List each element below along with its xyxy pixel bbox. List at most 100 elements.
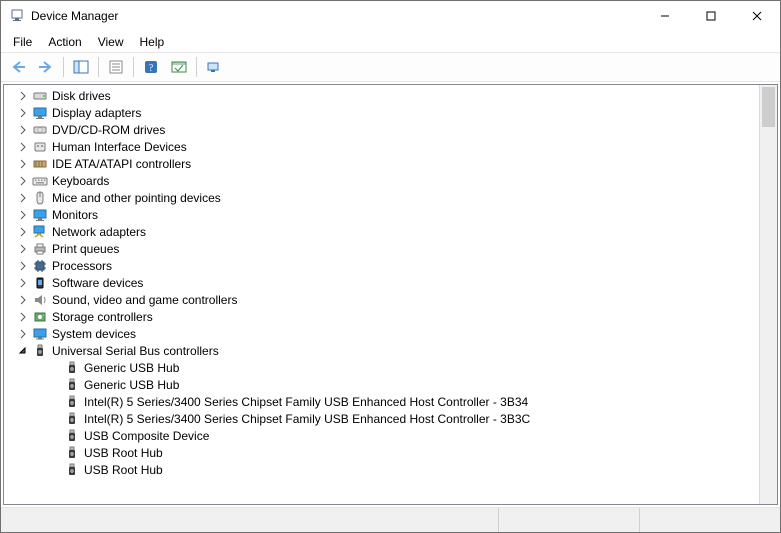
- tree-item-label: Network adapters: [52, 225, 146, 239]
- tree-item-ide-ata-atapi-controllers[interactable]: IDE ATA/ATAPI controllers: [6, 155, 759, 172]
- tree-item-keyboards[interactable]: Keyboards: [6, 172, 759, 189]
- show-hide-console-tree-button[interactable]: [68, 55, 94, 79]
- tree-item-sound-video-and-game-controllers[interactable]: Sound, video and game controllers: [6, 291, 759, 308]
- usb-icon: [64, 428, 80, 444]
- tree-item-label: Human Interface Devices: [52, 140, 187, 154]
- expand-icon[interactable]: [16, 157, 30, 171]
- toolbar: ?: [1, 53, 780, 82]
- status-panel-right: [640, 508, 780, 532]
- usb-icon: [64, 394, 80, 410]
- scan-hardware-button[interactable]: [166, 55, 192, 79]
- network-icon: [32, 224, 48, 240]
- printer-icon: [32, 241, 48, 257]
- menu-file[interactable]: File: [5, 33, 40, 51]
- expand-icon[interactable]: [16, 225, 30, 239]
- tree-item-human-interface-devices[interactable]: Human Interface Devices: [6, 138, 759, 155]
- tree-item-usb-composite-device[interactable]: USB Composite Device: [6, 427, 759, 444]
- tree-item-processors[interactable]: Processors: [6, 257, 759, 274]
- tree-item-intel-r-5-series-3400-series-chipset-fam[interactable]: Intel(R) 5 Series/3400 Series Chipset Fa…: [6, 393, 759, 410]
- software-icon: [32, 275, 48, 291]
- tree-item-label: Keyboards: [52, 174, 109, 188]
- tree-item-system-devices[interactable]: System devices: [6, 325, 759, 342]
- content-area: Disk drives Display adaptersDVD/CD-ROM dr…: [3, 84, 778, 505]
- tree-item-label: Disk drives: [52, 89, 111, 103]
- tree-item-label: Universal Serial Bus controllers: [52, 344, 219, 358]
- tree-item-disk-drives[interactable]: Disk drives: [6, 87, 759, 104]
- tree-item-label: USB Composite Device: [84, 429, 209, 443]
- menu-help[interactable]: Help: [132, 33, 173, 51]
- tree-item-dvd-cd-rom-drives[interactable]: DVD/CD-ROM drives: [6, 121, 759, 138]
- tree-item-software-devices[interactable]: Software devices: [6, 274, 759, 291]
- tree-item-network-adapters[interactable]: Network adapters: [6, 223, 759, 240]
- show-hidden-devices-button[interactable]: [201, 55, 227, 79]
- minimize-button[interactable]: [642, 1, 688, 31]
- ide-icon: [32, 156, 48, 172]
- keyboard-icon: [32, 173, 48, 189]
- tree-item-label: Display adapters: [52, 106, 141, 120]
- expand-icon[interactable]: [16, 208, 30, 222]
- expand-icon[interactable]: [16, 140, 30, 154]
- collapse-icon[interactable]: [16, 344, 30, 358]
- back-button[interactable]: [5, 55, 31, 79]
- tree-item-label: Intel(R) 5 Series/3400 Series Chipset Fa…: [84, 395, 528, 409]
- tree-item-label: Sound, video and game controllers: [52, 293, 237, 307]
- window-title: Device Manager: [31, 9, 118, 23]
- menu-view[interactable]: View: [90, 33, 132, 51]
- tree-item-label: Intel(R) 5 Series/3400 Series Chipset Fa…: [84, 412, 530, 426]
- tree-item-label: Generic USB Hub: [84, 378, 179, 392]
- close-button[interactable]: [734, 1, 780, 31]
- expand-icon[interactable]: [16, 276, 30, 290]
- usb-icon: [64, 462, 80, 478]
- usb-icon: [64, 445, 80, 461]
- svg-text:?: ?: [149, 63, 154, 74]
- help-button[interactable]: ?: [138, 55, 164, 79]
- device-tree[interactable]: Disk drives Display adaptersDVD/CD-ROM dr…: [4, 85, 759, 504]
- expand-icon[interactable]: [16, 174, 30, 188]
- menu-action[interactable]: Action: [40, 33, 89, 51]
- scrollbar-thumb[interactable]: [762, 87, 775, 127]
- properties-button[interactable]: [103, 55, 129, 79]
- tree-item-label: Generic USB Hub: [84, 361, 179, 375]
- expand-icon[interactable]: [16, 89, 30, 103]
- maximize-button[interactable]: [688, 1, 734, 31]
- tree-item-mice-and-other-pointing-devices[interactable]: Mice and other pointing devices: [6, 189, 759, 206]
- tree-item-display-adapters[interactable]: Display adapters: [6, 104, 759, 121]
- usb-icon: [64, 411, 80, 427]
- tree-item-generic-usb-hub[interactable]: Generic USB Hub: [6, 359, 759, 376]
- tree-item-generic-usb-hub[interactable]: Generic USB Hub: [6, 376, 759, 393]
- expand-icon[interactable]: [16, 310, 30, 324]
- hid-icon: [32, 139, 48, 155]
- disk-icon: [32, 88, 48, 104]
- tree-item-label: USB Root Hub: [84, 446, 163, 460]
- vertical-scrollbar[interactable]: [759, 85, 777, 504]
- tree-item-universal-serial-bus-controllers[interactable]: Universal Serial Bus controllers: [6, 342, 759, 359]
- tree-item-print-queues[interactable]: Print queues: [6, 240, 759, 257]
- tree-item-label: IDE ATA/ATAPI controllers: [52, 157, 191, 171]
- tree-item-label: Print queues: [52, 242, 119, 256]
- menu-bar: File Action View Help: [1, 31, 780, 53]
- forward-button[interactable]: [33, 55, 59, 79]
- tree-item-label: Storage controllers: [52, 310, 153, 324]
- storage-icon: [32, 309, 48, 325]
- expand-icon[interactable]: [16, 259, 30, 273]
- tree-item-intel-r-5-series-3400-series-chipset-fam[interactable]: Intel(R) 5 Series/3400 Series Chipset Fa…: [6, 410, 759, 427]
- tree-item-monitors[interactable]: Monitors: [6, 206, 759, 223]
- usb-icon: [64, 377, 80, 393]
- tree-item-label: Software devices: [52, 276, 143, 290]
- expand-icon[interactable]: [16, 191, 30, 205]
- dvd-icon: [32, 122, 48, 138]
- usb-icon: [32, 343, 48, 359]
- expand-icon[interactable]: [16, 242, 30, 256]
- tree-item-usb-root-hub[interactable]: USB Root Hub: [6, 461, 759, 478]
- tree-item-label: USB Root Hub: [84, 463, 163, 477]
- tree-item-usb-root-hub[interactable]: USB Root Hub: [6, 444, 759, 461]
- expand-icon[interactable]: [16, 327, 30, 341]
- title-bar[interactable]: Device Manager: [1, 1, 780, 31]
- status-bar: [1, 507, 780, 532]
- sound-icon: [32, 292, 48, 308]
- expand-icon[interactable]: [16, 123, 30, 137]
- expand-icon[interactable]: [16, 106, 30, 120]
- tree-item-label: Processors: [52, 259, 112, 273]
- expand-icon[interactable]: [16, 293, 30, 307]
- tree-item-storage-controllers[interactable]: Storage controllers: [6, 308, 759, 325]
